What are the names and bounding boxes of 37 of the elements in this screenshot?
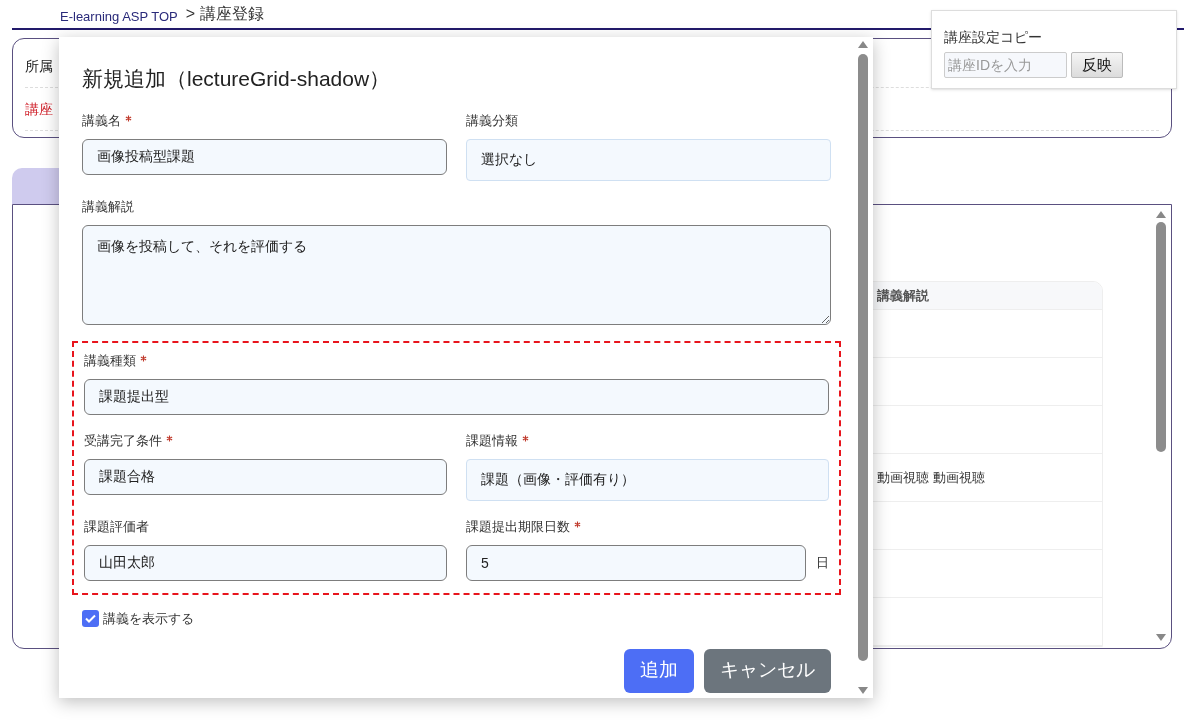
course-id-field[interactable]: 講座IDを入力 <box>944 52 1067 78</box>
panel-title: 講座設定コピー <box>944 28 1043 47</box>
check-icon <box>85 614 96 624</box>
input-field[interactable]: 画像投稿型課題 <box>82 139 447 175</box>
field-label: 講義種類 <box>84 352 136 371</box>
dialog-title: 新規追加（lectureGrid-shadow） <box>82 66 392 92</box>
field-label: 課題提出期限日数 <box>466 518 570 537</box>
scroll-up-icon[interactable] <box>858 41 868 48</box>
field-label: 講義解説 <box>82 198 134 217</box>
checkbox[interactable] <box>82 610 99 628</box>
page-title: > 講座登録 <box>185 4 264 24</box>
form-label: 講座 <box>25 99 53 119</box>
table-cell-text: 動画視聴 動画視聴 <box>877 468 985 487</box>
apply-button[interactable]: 反映 <box>1071 52 1123 78</box>
text-area[interactable]: 画像を投稿して、それを評価する <box>82 225 831 325</box>
field-label: 課題評価者 <box>84 518 149 537</box>
scrollbar[interactable] <box>1155 211 1167 641</box>
cancel-button[interactable]: キャンセル <box>704 648 831 693</box>
field-label: 課題情報 <box>466 432 518 451</box>
scroll-up-icon[interactable] <box>1156 211 1166 218</box>
scroll-down-icon[interactable] <box>1156 634 1166 641</box>
field-label: 講義名 <box>82 112 121 131</box>
form-label: 所属 <box>25 56 53 76</box>
add-button[interactable]: 追加 <box>624 648 694 693</box>
input-field[interactable]: 5 <box>466 545 806 581</box>
unit-label: 日 <box>816 554 829 573</box>
select-field[interactable]: 選択なし <box>466 139 831 181</box>
field-label: 受講完了条件 <box>84 432 162 451</box>
column-header: 講義解説 <box>877 286 929 305</box>
input-field[interactable]: 課題合格 <box>84 459 447 495</box>
breadcrumb-link[interactable]: E-learning ASP TOP <box>60 6 178 26</box>
input-field[interactable]: 山田太郎 <box>84 545 447 581</box>
checkbox-label: 講義を表示する <box>103 610 194 628</box>
input-field[interactable]: 課題提出型 <box>84 379 829 415</box>
field-label: 講義分類 <box>466 112 518 131</box>
select-field[interactable]: 課題（画像・評価有り） <box>466 459 829 501</box>
scroll-down-icon[interactable] <box>858 687 868 694</box>
